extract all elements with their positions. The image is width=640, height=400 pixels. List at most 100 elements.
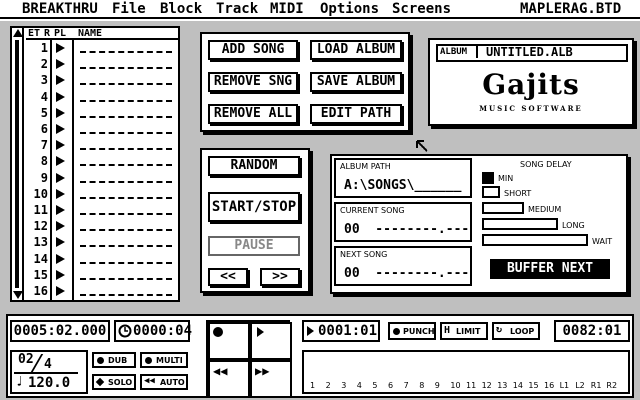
track-play-icon[interactable] [56,188,65,199]
channel-label[interactable]: 6 [388,381,393,390]
channel-label[interactable]: 9 [435,381,440,390]
pause-button[interactable]: PAUSE [208,236,300,256]
delay-short-option[interactable] [482,186,500,198]
track-play-icon[interactable] [56,59,65,70]
track-play-icon[interactable] [56,269,65,280]
channel-label[interactable]: 5 [372,381,377,390]
album-path-value[interactable]: A:\SONGS\______ [344,178,461,193]
track-name-field[interactable] [80,294,172,296]
prev-button[interactable]: << [208,268,248,286]
multi-toggle[interactable]: MULTI [140,352,188,368]
buffer-next-button[interactable]: BUFFER NEXT [490,259,610,279]
position-counter[interactable]: 0005:02.000 [10,320,110,342]
scroll-track[interactable] [15,40,19,288]
channel-label[interactable]: 1 [310,381,315,390]
track-play-icon[interactable] [56,91,65,102]
track-play-icon[interactable] [56,221,65,232]
track-play-icon[interactable] [56,156,65,167]
tempo-value[interactable]: 120.0 [28,375,70,391]
track-play-icon[interactable] [56,43,65,53]
track-play-icon[interactable] [56,140,65,151]
punch-in-counter-box[interactable]: 0001:01 [302,320,380,342]
channel-label[interactable]: 2 [326,381,331,390]
track-name-field[interactable] [80,261,172,264]
scroll-down-icon[interactable] [13,291,23,299]
scroll-up-icon[interactable] [13,29,23,37]
punch-toggle[interactable]: PUNCH [388,322,436,340]
save-album-button[interactable]: SAVE ALBUM [310,72,402,92]
add-song-button[interactable]: ADD SONG [208,40,298,60]
menu-track[interactable]: Track [216,0,258,19]
punch-out-counter[interactable]: 0082:01 [554,320,630,342]
track-play-icon[interactable] [56,237,65,248]
menu-screens[interactable]: Screens [392,0,451,19]
track-name-field[interactable] [80,51,172,53]
limit-toggle[interactable]: H LIMIT [440,322,488,340]
menu-midi[interactable]: MIDI [270,0,304,19]
channel-label[interactable]: L1 [560,381,570,390]
next-button[interactable]: >> [260,268,300,286]
channel-label[interactable]: 16 [544,381,554,390]
track-name-field[interactable] [80,99,172,102]
track-name-field[interactable] [80,229,172,232]
channel-label[interactable]: 4 [357,381,362,390]
track-name-field[interactable] [80,164,172,167]
track-play-icon[interactable] [56,124,65,134]
track-name-field[interactable] [80,83,172,86]
track-scrollbar[interactable] [12,28,24,300]
channel-label[interactable]: 3 [341,381,346,390]
channel-label[interactable]: 7 [404,381,409,390]
channel-label[interactable]: L2 [575,381,585,390]
track-play-icon[interactable] [56,286,65,296]
track-name-field[interactable] [80,115,172,118]
track-play-icon[interactable] [56,205,65,215]
delay-long-option[interactable] [482,218,558,230]
channel-label[interactable]: 12 [482,381,492,390]
track-play-icon[interactable] [56,253,65,264]
delay-medium-option[interactable] [482,202,524,214]
delay-wait-option[interactable] [482,234,588,246]
channel-label[interactable]: 13 [497,381,507,390]
dub-toggle[interactable]: DUB [92,352,136,368]
fast-forward-button[interactable]: ▶▶ [250,360,292,398]
play-button[interactable] [250,322,292,360]
menu-options[interactable]: Options [320,0,379,19]
channel-label[interactable]: 8 [419,381,424,390]
solo-toggle[interactable]: SOLO [92,374,136,390]
loop-toggle[interactable]: ↻ LOOP [492,322,540,340]
track-name-field[interactable] [80,277,172,280]
menu-breakthru[interactable]: BREAKTHRU [22,0,98,19]
next-song-label: NEXT SONG [340,250,388,259]
record-button[interactable] [208,322,250,360]
track-name-field[interactable] [80,196,172,199]
delay-min-option[interactable] [482,172,494,184]
menu-block[interactable]: Block [160,0,202,19]
auto-toggle[interactable]: ◀◀ AUTO [140,374,188,390]
menu-file[interactable]: File [112,0,146,19]
track-play-icon[interactable] [56,107,65,118]
remove-all-button[interactable]: REMOVE ALL [208,104,298,124]
track-name-field[interactable] [80,180,172,183]
track-name-field[interactable] [80,245,172,248]
channel-label[interactable]: R1 [591,381,602,390]
track-play-icon[interactable] [56,172,65,183]
random-button[interactable]: RANDOM [208,156,300,176]
track-name-field[interactable] [80,213,172,215]
start-stop-button[interactable]: START/STOP [208,192,300,222]
remove-song-button[interactable]: REMOVE SNG [208,72,298,92]
channel-label[interactable]: 14 [513,381,523,390]
track-play-icon[interactable] [56,75,65,86]
channel-label[interactable]: R2 [606,381,617,390]
channel-label[interactable]: 11 [466,381,476,390]
track-name-field[interactable] [80,132,172,134]
rewind-button[interactable]: ◀◀ [208,360,250,398]
channel-label[interactable]: 15 [528,381,538,390]
channel-label[interactable]: 10 [450,381,460,390]
track-name-field[interactable] [80,67,172,70]
load-album-button[interactable]: LOAD ALBUM [310,40,402,60]
time-counter-box[interactable]: 0000:04 [114,320,192,342]
album-path-box[interactable]: ALBUM PATH A:\SONGS\______ [334,158,472,198]
track-name-field[interactable] [80,148,172,151]
time-signature[interactable]: 02 4 [14,352,78,374]
edit-path-button[interactable]: EDIT PATH [310,104,402,124]
